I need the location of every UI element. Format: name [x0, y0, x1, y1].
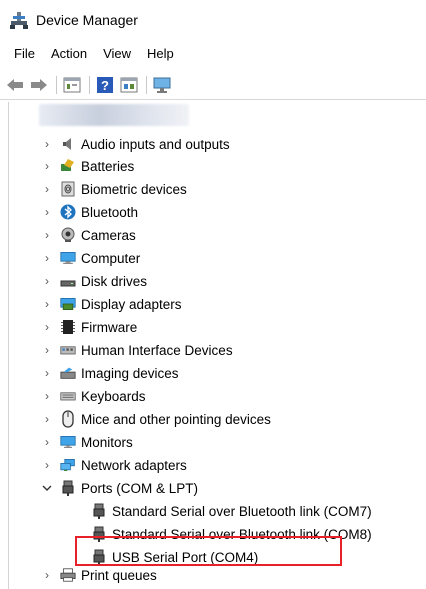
- tree-item-cameras[interactable]: › Cameras: [41, 224, 136, 246]
- tree-item-display-adapters[interactable]: › Display adapters: [41, 293, 182, 315]
- tree-item-label: Ports (COM & LPT): [81, 480, 199, 496]
- tree-item-port-com7[interactable]: Standard Serial over Bluetooth link (COM…: [87, 500, 372, 522]
- tree-item-computer[interactable]: › Computer: [41, 247, 140, 269]
- tree-item-keyboards[interactable]: › Keyboards: [41, 385, 146, 407]
- chevron-right-icon[interactable]: ›: [41, 297, 53, 311]
- chevron-right-icon[interactable]: ›: [41, 435, 53, 449]
- chip-icon: [60, 319, 76, 335]
- port-icon: [60, 480, 76, 496]
- menu-action[interactable]: Action: [43, 46, 95, 61]
- svg-text:?: ?: [101, 78, 109, 93]
- tree-item-label: Cameras: [81, 227, 136, 243]
- chevron-right-icon[interactable]: ›: [41, 568, 53, 582]
- tree-item-label: Audio inputs and outputs: [81, 136, 230, 152]
- tree-item-label: Firmware: [81, 319, 138, 335]
- imaging-icon: [60, 365, 76, 381]
- title-bar: Device Manager: [0, 0, 426, 40]
- tree-item-imaging-devices[interactable]: › Imaging devices: [41, 362, 179, 384]
- menu-bar: File Action View Help: [0, 42, 182, 64]
- battery-icon: [60, 158, 76, 174]
- chevron-right-icon[interactable]: ›: [41, 182, 53, 196]
- printer-icon: [60, 567, 76, 583]
- chevron-right-icon[interactable]: ›: [41, 137, 53, 151]
- keyboard-icon: [60, 388, 76, 404]
- tree-item-label: Display adapters: [81, 296, 182, 312]
- tree-item-label: Disk drives: [81, 273, 148, 289]
- display-adapter-icon: [60, 296, 76, 312]
- window-title: Device Manager: [36, 12, 138, 28]
- menu-file[interactable]: File: [6, 46, 43, 61]
- menu-help[interactable]: Help: [139, 46, 182, 61]
- monitor-scan-icon[interactable]: [151, 74, 173, 96]
- tree-item-monitors[interactable]: › Monitors: [41, 431, 133, 453]
- tree-item-disk-drives[interactable]: › Disk drives: [41, 270, 147, 292]
- device-manager-icon: [8, 9, 30, 31]
- chevron-right-icon[interactable]: ›: [41, 412, 53, 426]
- fingerprint-icon: [60, 181, 76, 197]
- monitor-icon: [60, 434, 76, 450]
- toolbar-separator: [89, 75, 90, 94]
- tree-item-label: Standard Serial over Bluetooth link (COM…: [112, 503, 372, 519]
- camera-icon: [60, 227, 76, 243]
- tree-item-label: Biometric devices: [81, 181, 187, 197]
- device-tree: › Audio inputs and outputs › Batteries ›…: [8, 102, 426, 589]
- hid-icon: [60, 342, 76, 358]
- tree-item-biometric[interactable]: › Biometric devices: [41, 178, 187, 200]
- tree-item-firmware[interactable]: › Firmware: [41, 316, 137, 338]
- tree-item-label: Computer: [81, 250, 141, 266]
- toolbar-separator: [56, 75, 57, 94]
- chevron-right-icon[interactable]: ›: [41, 205, 53, 219]
- back-arrow-icon[interactable]: [4, 74, 26, 96]
- update-driver-icon[interactable]: [118, 74, 140, 96]
- computer-name-root-blurred[interactable]: [39, 104, 189, 126]
- toolbar: ?: [0, 70, 426, 100]
- tree-item-label: Imaging devices: [81, 365, 179, 381]
- tree-item-network-adapters[interactable]: › Network adapters: [41, 454, 187, 476]
- menu-view[interactable]: View: [95, 46, 139, 61]
- tree-item-hid[interactable]: › Human Interface Devices: [41, 339, 233, 361]
- tree-item-label: Mice and other pointing devices: [81, 411, 271, 427]
- help-icon[interactable]: ?: [94, 74, 116, 96]
- computer-icon: [60, 250, 76, 266]
- tree-item-label: Keyboards: [81, 388, 146, 404]
- toolbar-separator: [146, 75, 147, 94]
- mouse-icon: [60, 410, 76, 428]
- tree-item-print-queues[interactable]: › Print queues: [41, 564, 157, 586]
- tree-item-audio[interactable]: › Audio inputs and outputs: [41, 133, 230, 155]
- tree-item-ports[interactable]: Ports (COM & LPT): [41, 477, 198, 499]
- port-icon: [91, 503, 107, 519]
- tree-item-label: Print queues: [81, 567, 157, 583]
- bluetooth-icon: [60, 204, 76, 220]
- tree-item-label: Batteries: [81, 158, 135, 174]
- tree-item-mice[interactable]: › Mice and other pointing devices: [41, 408, 271, 430]
- properties-icon[interactable]: [61, 74, 83, 96]
- chevron-right-icon[interactable]: ›: [41, 343, 53, 357]
- tree-item-label: Bluetooth: [81, 204, 139, 220]
- tree-item-batteries[interactable]: › Batteries: [41, 155, 134, 177]
- chevron-down-icon[interactable]: [41, 482, 53, 494]
- chevron-right-icon[interactable]: ›: [41, 228, 53, 242]
- tree-item-label: Network adapters: [81, 457, 187, 473]
- network-icon: [60, 457, 76, 473]
- tree-item-bluetooth[interactable]: › Bluetooth: [41, 201, 138, 223]
- highlight-annotation: [75, 536, 342, 566]
- tree-item-label: Monitors: [81, 434, 133, 450]
- chevron-right-icon[interactable]: ›: [41, 159, 53, 173]
- chevron-right-icon[interactable]: ›: [41, 251, 53, 265]
- chevron-right-icon[interactable]: ›: [41, 389, 53, 403]
- forward-arrow-icon[interactable]: [28, 74, 50, 96]
- chevron-right-icon[interactable]: ›: [41, 274, 53, 288]
- chevron-right-icon[interactable]: ›: [41, 320, 53, 334]
- tree-item-label: Human Interface Devices: [81, 342, 233, 358]
- disk-drive-icon: [60, 273, 76, 289]
- chevron-right-icon[interactable]: ›: [41, 366, 53, 380]
- chevron-right-icon[interactable]: ›: [41, 458, 53, 472]
- speaker-icon: [60, 136, 76, 152]
